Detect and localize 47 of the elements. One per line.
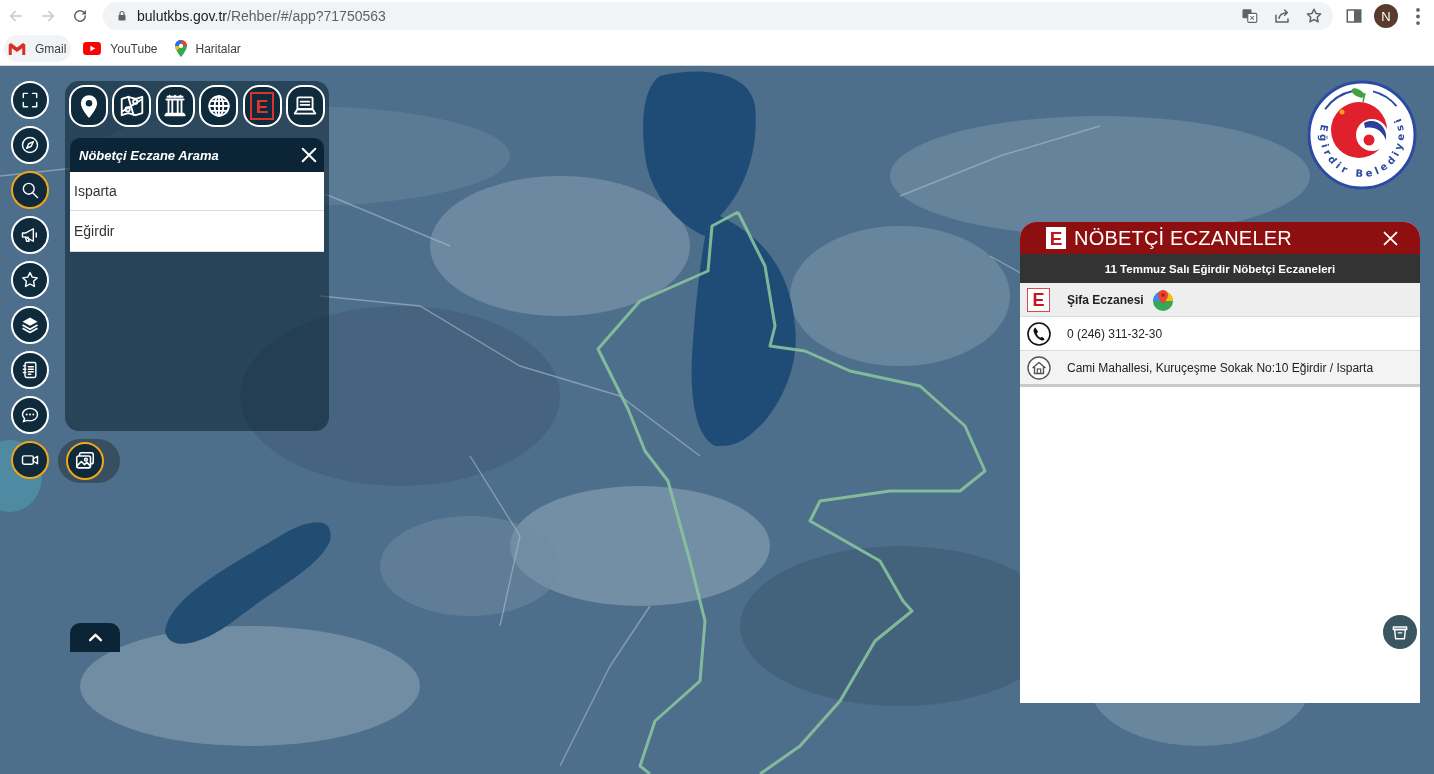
pharmacy-address: Cami Mahallesi, Kuruçeşme Sokak No:10 Eğirdir / Isparta <box>1067 360 1374 375</box>
profile-avatar[interactable]: N <box>1374 4 1398 28</box>
folded-map-icon <box>118 93 145 119</box>
url-text: bulutkbs.gov.tr/Rehber/#/app?71750563 <box>137 8 387 24</box>
phone-number: 0 (246) 311-32-30 <box>1067 326 1163 341</box>
fullscreen-icon <box>20 90 40 110</box>
phone-icon <box>1026 321 1051 346</box>
pharmacy-sign: E <box>1027 287 1050 312</box>
bookmark-link[interactable]: YouTube <box>79 35 163 62</box>
pharmacy-name: Şifa Eczanesi <box>1067 292 1144 307</box>
bookmark-link[interactable]: Haritalar <box>170 35 246 62</box>
notes-icon <box>20 360 40 380</box>
search-icon <box>20 180 40 200</box>
close-button[interactable] <box>1382 229 1399 247</box>
address-bar[interactable]: bulutkbs.gov.tr/Rehber/#/app?71750563 <box>103 2 1333 30</box>
close-icon <box>1382 229 1399 247</box>
house-icon <box>1026 355 1051 380</box>
reload-icon <box>71 7 89 25</box>
video-play-icon <box>83 42 102 55</box>
columned-building-icon <box>162 93 189 119</box>
megaphone-icon <box>20 225 40 245</box>
layers-icon <box>20 315 40 335</box>
lock-icon <box>116 9 128 23</box>
close-icon <box>300 146 318 164</box>
star-icon <box>20 270 40 290</box>
panel-title: NÖBETÇİ ECZANELER <box>1074 226 1293 250</box>
chevron-up-icon <box>87 633 103 642</box>
search-field[interactable]: Eğirdir <box>70 211 324 252</box>
search-field[interactable]: Isparta <box>70 172 324 211</box>
translate-icon <box>1241 7 1259 25</box>
panel-subtitle: 11 Temmuz Salı Eğirdir Nöbetçi Eczaneleri <box>1020 254 1420 283</box>
collapse-toggle-button[interactable] <box>70 623 120 652</box>
gallery-icon <box>74 450 96 472</box>
map-pin-icon <box>174 40 187 57</box>
more-menu-icon <box>1416 7 1420 25</box>
star-icon <box>1305 7 1323 25</box>
globe-icon <box>205 93 232 119</box>
mail-icon <box>8 41 26 56</box>
pharmacy-sign: E <box>1046 227 1066 249</box>
side-panel-icon <box>1345 7 1363 25</box>
panel-title: Nöbetçi Eczane Arama <box>79 147 220 163</box>
share-icon <box>1273 7 1291 25</box>
chat-icon <box>20 405 40 425</box>
map-pin-icon[interactable] <box>1151 288 1174 311</box>
compass-icon <box>20 135 40 155</box>
bookmark-link[interactable]: Gmail <box>4 35 72 62</box>
close-button[interactable] <box>300 146 318 164</box>
